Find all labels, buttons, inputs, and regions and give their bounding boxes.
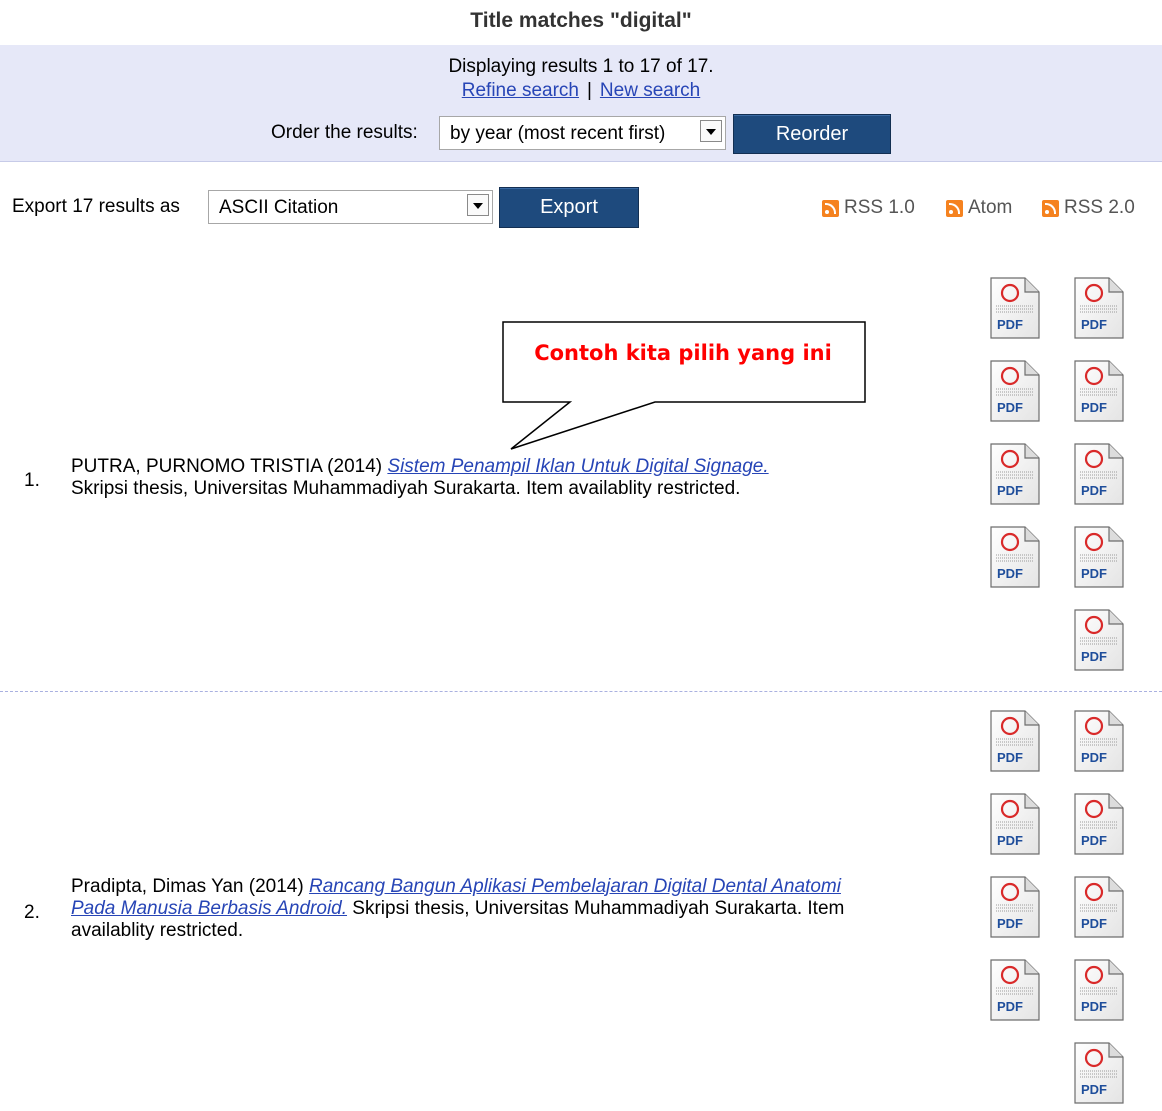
- reorder-button[interactable]: Reorder: [733, 114, 891, 154]
- rss-icon: [946, 199, 963, 217]
- feed-rss1[interactable]: RSS 1.0: [822, 197, 915, 219]
- link-separator: |: [586, 80, 592, 101]
- svg-text:PDF: PDF: [997, 916, 1023, 931]
- pdf-file-icon[interactable]: PDF: [1071, 792, 1125, 856]
- page-title: Title matches "digital": [470, 9, 692, 32]
- export-format-value: ASCII Citation: [219, 197, 339, 218]
- rss-icon: [822, 199, 839, 217]
- feed-atom[interactable]: Atom: [946, 197, 1012, 219]
- pdf-file-icon[interactable]: PDF: [987, 442, 1041, 506]
- result-citation: PUTRA, PURNOMO TRISTIA (2014) Sistem Pen…: [71, 456, 871, 500]
- order-select-value: by year (most recent first): [450, 123, 666, 144]
- pdf-file-icon[interactable]: PDF: [1071, 359, 1125, 423]
- pdf-file-icon[interactable]: PDF: [1071, 442, 1125, 506]
- svg-text:PDF: PDF: [1081, 999, 1107, 1014]
- result-title-link[interactable]: Sistem Penampil Iklan Untuk Digital Sign…: [387, 456, 768, 477]
- svg-text:PDF: PDF: [997, 317, 1023, 332]
- chevron-down-icon[interactable]: [467, 194, 489, 216]
- pdf-file-icon[interactable]: PDF: [1071, 1041, 1125, 1105]
- result-authors: Pradipta, Dimas Yan (2014): [71, 876, 304, 897]
- new-search-link[interactable]: New search: [600, 80, 700, 101]
- search-links: Refine search | New search: [0, 80, 1162, 102]
- svg-text:PDF: PDF: [1081, 400, 1107, 415]
- pdf-file-icon[interactable]: PDF: [1071, 875, 1125, 939]
- result-number: 1.: [24, 470, 40, 491]
- rss-icon: [1042, 199, 1059, 217]
- pdf-file-icon[interactable]: PDF: [1071, 958, 1125, 1022]
- pdf-file-icon[interactable]: PDF: [987, 359, 1041, 423]
- result-divider: [0, 691, 1162, 692]
- pdf-file-icon[interactable]: PDF: [987, 276, 1041, 340]
- feed-label[interactable]: Atom: [968, 197, 1012, 219]
- svg-text:PDF: PDF: [997, 483, 1023, 498]
- results-summary-panel: Displaying results 1 to 17 of 17. Refine…: [0, 45, 1162, 162]
- pdf-file-icon[interactable]: PDF: [987, 525, 1041, 589]
- pdf-file-icon[interactable]: PDF: [1071, 709, 1125, 773]
- svg-text:PDF: PDF: [997, 566, 1023, 581]
- svg-text:PDF: PDF: [1081, 649, 1107, 664]
- svg-text:PDF: PDF: [997, 999, 1023, 1014]
- pdf-file-icon[interactable]: PDF: [1071, 608, 1125, 672]
- results-count-text: Displaying results 1 to 17 of 17.: [448, 56, 714, 77]
- result-number: 2.: [24, 902, 40, 923]
- pdf-file-icon[interactable]: PDF: [1071, 525, 1125, 589]
- svg-text:PDF: PDF: [997, 833, 1023, 848]
- result-authors: PUTRA, PURNOMO TRISTIA (2014): [71, 456, 383, 477]
- export-format-select[interactable]: ASCII Citation: [208, 190, 493, 224]
- result-citation: Pradipta, Dimas Yan (2014) Rancang Bangu…: [71, 876, 871, 942]
- refine-search-link[interactable]: Refine search: [462, 80, 579, 101]
- svg-text:PDF: PDF: [1081, 1082, 1107, 1097]
- svg-text:PDF: PDF: [997, 400, 1023, 415]
- feed-label[interactable]: RSS 1.0: [844, 197, 915, 219]
- svg-text:PDF: PDF: [1081, 566, 1107, 581]
- pdf-file-icon[interactable]: PDF: [987, 958, 1041, 1022]
- order-select[interactable]: by year (most recent first): [439, 116, 726, 150]
- feed-label[interactable]: RSS 2.0: [1064, 197, 1135, 219]
- feed-rss2[interactable]: RSS 2.0: [1042, 197, 1135, 219]
- svg-text:PDF: PDF: [1081, 916, 1107, 931]
- order-label: Order the results:: [271, 122, 418, 143]
- result-details: Skripsi thesis, Universitas Muhammadiyah…: [71, 478, 741, 499]
- export-label: Export 17 results as: [12, 196, 180, 217]
- pdf-file-icon[interactable]: PDF: [987, 792, 1041, 856]
- callout-text: Contoh kita pilih yang ini: [534, 341, 832, 365]
- chevron-down-icon[interactable]: [700, 120, 722, 142]
- pdf-file-icon[interactable]: PDF: [1071, 276, 1125, 340]
- svg-text:PDF: PDF: [1081, 317, 1107, 332]
- pdf-file-icon[interactable]: PDF: [987, 709, 1041, 773]
- svg-text:PDF: PDF: [997, 750, 1023, 765]
- pdf-file-icon[interactable]: PDF: [987, 875, 1041, 939]
- svg-text:PDF: PDF: [1081, 483, 1107, 498]
- svg-text:PDF: PDF: [1081, 750, 1107, 765]
- export-button[interactable]: Export: [499, 187, 639, 228]
- svg-text:PDF: PDF: [1081, 833, 1107, 848]
